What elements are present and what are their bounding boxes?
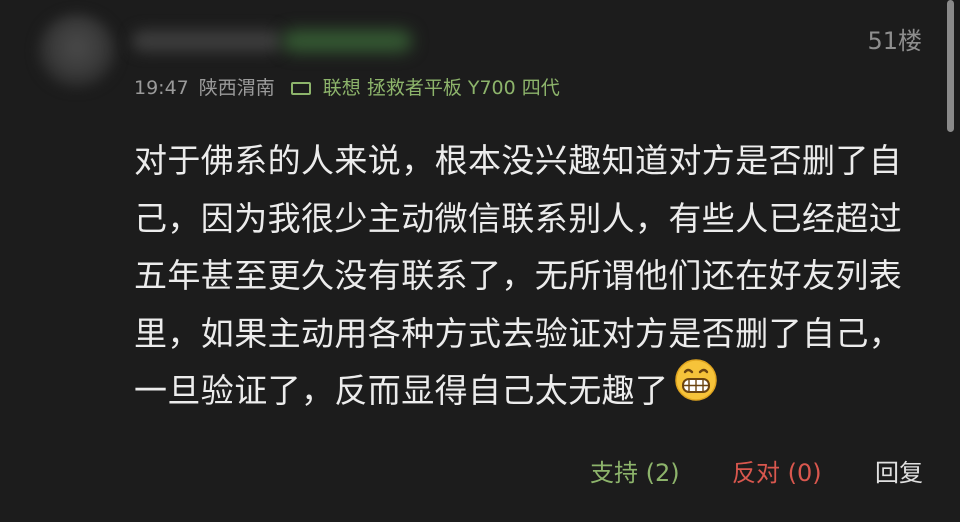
blurred-username[interactable] (132, 30, 282, 52)
post-content: 对于佛系的人来说，根本没兴趣知道对方是否删了自 己，因为我很少主动微信联系别人，… (134, 132, 934, 420)
tablet-icon (290, 81, 311, 95)
post-device: 联想 拯救者平板 Y700 四代 (322, 77, 560, 99)
grinning-face-emoji-icon (674, 358, 718, 420)
floor-number: 51楼 (867, 27, 922, 55)
scrollbar-thumb[interactable] (947, 0, 954, 132)
blurred-user-badge (282, 30, 412, 52)
content-line: 己，因为我很少主动微信联系别人，有些人已经超过 (134, 198, 903, 238)
reply-button[interactable]: 回复 (875, 456, 923, 490)
content-line-last: 一旦验证了，反而显得自己太无趣了 (134, 359, 934, 420)
post-location: 陕西渭南 (198, 77, 275, 99)
content-line: 里，如果主动用各种方式去验证对方是否删了自己， (134, 313, 903, 353)
support-button[interactable]: 支持 (2) (590, 456, 680, 490)
post-meta: 19:47 陕西渭南 联想 拯救者平板 Y700 四代 (134, 74, 560, 102)
content-line-text: 一旦验证了，反而显得自己太无趣了 (134, 371, 669, 410)
oppose-button[interactable]: 反对 (0) (732, 456, 822, 490)
avatar[interactable] (38, 14, 116, 88)
forum-post: 51楼 19:47 陕西渭南 联想 拯救者平板 Y700 四代 对于佛系的人来说… (0, 0, 960, 522)
post-time: 19:47 (134, 77, 189, 99)
content-line: 五年甚至更久没有联系了，无所谓他们还在好友列表 (134, 256, 903, 295)
content-line: 对于佛系的人来说，根本没兴趣知道对方是否删了自 (134, 141, 903, 180)
